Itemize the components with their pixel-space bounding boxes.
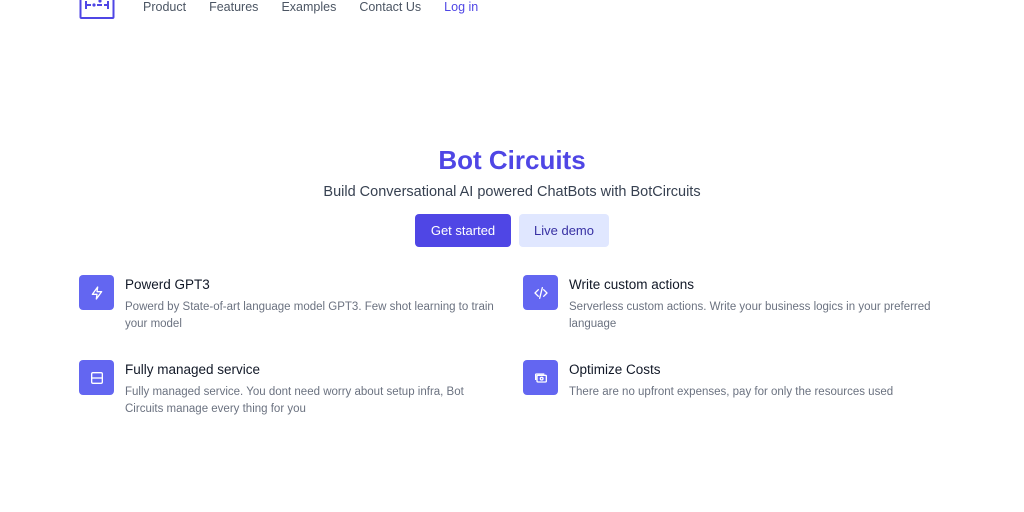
feature-title: Fully managed service [125,362,261,377]
feature-title: Write custom actions [569,277,695,292]
feature-title: Optimize Costs [569,362,661,377]
lightning-icon [79,275,114,310]
nav-links: Product Features Examples Contact Us Log… [143,0,478,14]
feature-description: Serverless custom actions. Write your bu… [569,301,931,330]
nav-link-features[interactable]: Features [209,0,258,14]
feature-description: Powerd by State-of-art language model GP… [125,301,494,330]
bot-logo-icon[interactable] [79,0,115,20]
nav-link-contact-us[interactable]: Contact Us [359,0,421,14]
hero-title: Bot Circuits [438,145,586,175]
live-demo-button[interactable]: Live demo [519,214,609,247]
feature-description: Fully managed service. You dont need wor… [125,386,464,415]
hero-subtitle: Build Conversational AI powered ChatBots… [323,184,701,200]
page: Product Features Examples Contact Us Log… [0,0,1024,512]
hero-buttons: Get started Live demo [0,214,1024,247]
code-icon [523,275,558,310]
nav-link-product[interactable]: Product [143,0,186,14]
feature-description: There are no upfront expenses, pay for o… [569,386,894,398]
top-nav: Product Features Examples Contact Us Log… [0,0,1024,20]
server-icon [79,360,114,395]
hero-section: Bot Circuits Build Conversational AI pow… [0,144,1024,247]
nav-link-examples[interactable]: Examples [281,0,336,14]
cash-icon [523,360,558,395]
feature-title: Powerd GPT3 [125,277,210,292]
get-started-button[interactable]: Get started [415,214,511,247]
login-link[interactable]: Log in [444,0,478,14]
